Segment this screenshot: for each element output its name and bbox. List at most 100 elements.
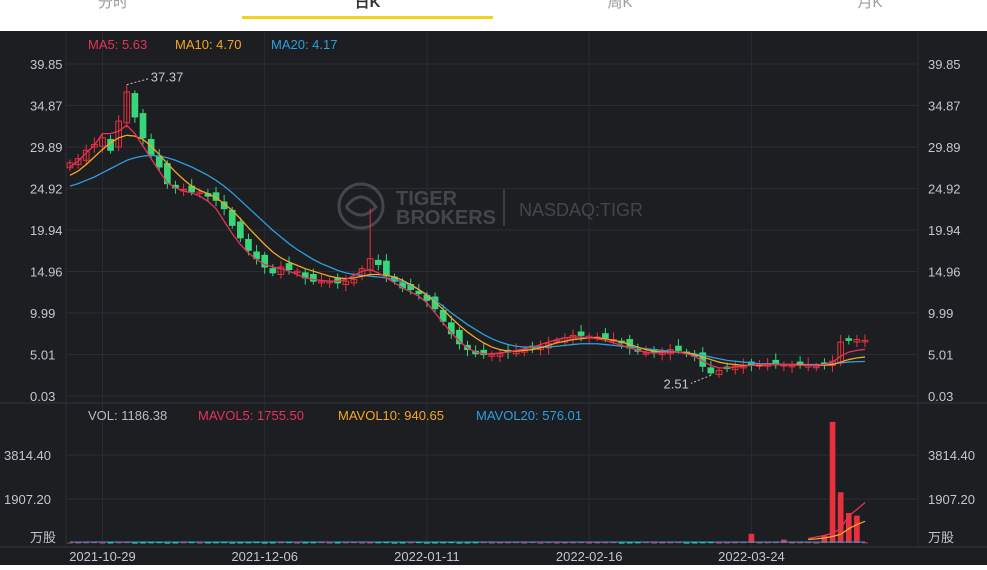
volume-bar	[724, 542, 730, 544]
volume-bar	[172, 542, 179, 544]
volume-bar	[391, 542, 398, 544]
price-tick-right: 34.87	[928, 99, 961, 114]
candle-body	[383, 260, 390, 276]
volume-bar	[756, 542, 763, 544]
volume-bar	[399, 542, 406, 544]
price-tick-right: 14.96	[928, 265, 961, 280]
volume-bar	[659, 542, 666, 544]
price-tick-right: 24.92	[928, 182, 961, 197]
volume-bar	[586, 542, 593, 544]
volume-bar	[854, 515, 860, 543]
candle-body	[139, 113, 147, 139]
legend-item: MA20: 4.17	[271, 37, 338, 52]
candle-body	[269, 268, 277, 274]
legend-item: MA10: 4.70	[175, 37, 242, 52]
candle-body	[245, 239, 252, 251]
watermark-exchange: NASDAQ:TIGR	[519, 200, 643, 220]
volume-bar	[813, 542, 820, 544]
date-tick: 2021-10-29	[69, 549, 136, 564]
date-tick: 2022-03-24	[718, 549, 785, 564]
ma-legend: MA5: 5.63 MA10: 4.70 MA20: 4.17	[88, 37, 338, 52]
legend-item: MAVOL10: 940.65	[338, 408, 444, 423]
candle-body	[374, 259, 382, 266]
volume-bar	[497, 542, 503, 544]
volume-bar	[67, 542, 73, 544]
legend-item: VOL: 1186.38	[88, 408, 167, 423]
candle-body	[131, 93, 139, 118]
candle-body	[285, 263, 293, 271]
legend-item: MAVOL5: 1755.50	[198, 408, 304, 423]
volume-bar	[456, 542, 463, 544]
tab-weekly-k[interactable]: 周K	[520, 0, 720, 18]
volume-bar	[464, 542, 471, 544]
price-tick-right: 5.01	[928, 348, 953, 363]
volume-bar	[269, 542, 276, 544]
volume-bar	[164, 542, 171, 544]
volume-bar	[196, 542, 203, 544]
volume-bar	[326, 542, 333, 544]
legend-item: MAVOL20: 576.01	[476, 408, 582, 423]
volume-bar	[626, 542, 633, 544]
volume-bar	[302, 542, 309, 544]
volume-bar	[359, 542, 365, 544]
volume-bar	[716, 542, 722, 544]
tab-intraday[interactable]: 分时	[20, 0, 206, 18]
low-label: 2.51	[664, 376, 689, 391]
price-tick-left: 0.03	[30, 389, 55, 404]
date-tick: 2022-02-16	[556, 549, 623, 564]
price-tick-right: 29.89	[928, 140, 961, 155]
volume-bar	[683, 542, 690, 544]
volume-unit-right: 万股	[928, 530, 954, 545]
kline-chart[interactable]: TIGER BROKERS NASDAQ:TIGR MA5: 5.63 MA10:…	[0, 31, 987, 565]
volume-bar	[367, 542, 373, 544]
tab-monthly-k[interactable]: 月K	[770, 0, 970, 18]
volume-bar	[537, 542, 544, 544]
price-tick-left: 34.87	[30, 99, 63, 114]
volume-bar	[521, 542, 528, 544]
volume-bar	[132, 542, 138, 544]
volume-tick-left: 1907.20	[4, 492, 51, 507]
candle-body	[577, 331, 585, 336]
volume-bar	[334, 542, 341, 544]
price-tick-left: 39.85	[30, 57, 63, 72]
price-tick-right: 19.94	[928, 223, 961, 238]
legend-item: MA5: 5.63	[88, 37, 147, 52]
volume-bar	[562, 542, 568, 544]
date-tick: 2021-12-06	[231, 549, 298, 564]
volume-unit-left: 万股	[30, 530, 56, 545]
volume-bar	[651, 542, 657, 544]
price-tick-left: 29.89	[30, 140, 63, 155]
price-tick-left: 14.96	[30, 265, 63, 280]
volume-bar	[553, 542, 560, 544]
candle-body	[707, 367, 715, 374]
candle-body	[845, 338, 853, 341]
volume-bar	[75, 542, 81, 544]
price-tick-left: 5.01	[30, 348, 55, 363]
price-tick-right: 0.03	[928, 389, 953, 404]
volume-bar	[691, 542, 698, 544]
price-tick-right: 39.85	[928, 57, 961, 72]
candle-body	[602, 333, 609, 339]
period-tab-bar: 分时 日K 周K 月K	[0, 0, 987, 30]
grid	[0, 31, 987, 565]
volume-bar	[229, 542, 236, 544]
volume-bar	[424, 542, 430, 544]
volume-bar	[294, 542, 300, 544]
volume-tick-right: 3814.40	[928, 448, 975, 463]
active-tab-underline	[242, 16, 493, 19]
volume-bar	[237, 542, 244, 544]
volume-bar	[618, 542, 625, 544]
watermark-line2: BROKERS	[396, 207, 496, 229]
volume-bar	[594, 542, 601, 544]
price-tick-right: 9.99	[928, 306, 953, 321]
price-tick-left: 19.94	[30, 223, 63, 238]
date-tick: 2022-01-11	[394, 549, 460, 564]
volume-bar	[829, 421, 836, 543]
candle-body	[237, 221, 244, 239]
volume-bar	[205, 542, 211, 544]
price-tick-left: 9.99	[30, 306, 55, 321]
volume-tick-left: 3814.40	[4, 448, 51, 463]
volume-bar	[140, 542, 146, 544]
volume-bar	[432, 542, 438, 544]
volume-bar	[99, 542, 106, 544]
